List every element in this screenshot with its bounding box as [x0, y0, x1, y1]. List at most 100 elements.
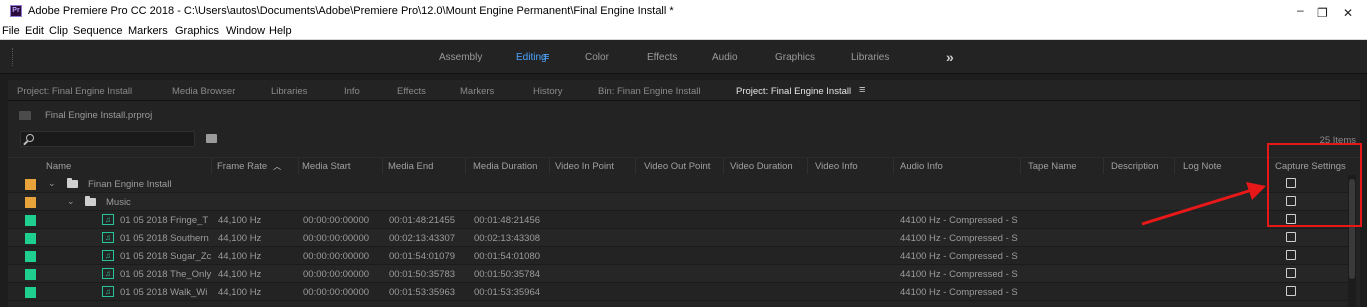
panel-tab-effects[interactable]: Effects	[397, 86, 426, 97]
audio-info: 44100 Hz - Compressed - Ste	[900, 233, 1018, 244]
panel-tab-libraries[interactable]: Libraries	[271, 86, 307, 97]
capture-settings-checkbox[interactable]	[1286, 268, 1296, 278]
project-file-name: Final Engine Install.prproj	[45, 110, 153, 121]
column-divider[interactable]	[893, 158, 894, 174]
project-file-row: Final Engine Install.prproj	[8, 108, 408, 124]
menu-clip[interactable]: Clip	[49, 25, 68, 37]
table-row[interactable]: ♫ 01 05 2018 Walk_Wi 44,100 Hz 00:00:00:…	[8, 283, 1350, 301]
column-divider[interactable]	[1174, 158, 1175, 174]
menu-help[interactable]: Help	[269, 25, 292, 37]
label-color-swatch[interactable]	[25, 197, 36, 208]
table-row[interactable]: ♫ 01 05 2018 Southern 44,100 Hz 00:00:00…	[8, 229, 1350, 247]
table-row[interactable]: ♫ 01 05 2018 Sugar_Zc 44,100 Hz 00:00:00…	[8, 247, 1350, 265]
column-divider[interactable]	[723, 158, 724, 174]
capture-settings-checkbox[interactable]	[1286, 232, 1296, 242]
column-header-audio-info[interactable]: Audio Info	[900, 161, 943, 173]
audio-clip-icon: ♫	[102, 286, 114, 297]
workspace-tab-editing[interactable]: Editing	[516, 52, 547, 63]
item-name[interactable]: 01 05 2018 Fringe_T	[120, 215, 216, 226]
search-input[interactable]	[20, 131, 195, 147]
column-header-name[interactable]: Name	[46, 161, 71, 173]
column-header-video-duration[interactable]: Video Duration	[730, 161, 793, 173]
label-color-swatch[interactable]	[25, 269, 36, 280]
table-row[interactable]: ♫ 01 05 2018 The_Only 44,100 Hz 00:00:00…	[8, 265, 1350, 283]
column-divider[interactable]	[382, 158, 383, 174]
column-divider[interactable]	[1103, 158, 1104, 174]
label-color-swatch[interactable]	[25, 233, 36, 244]
item-name[interactable]: 01 05 2018 Southern	[120, 233, 216, 244]
menu-markers[interactable]: Markers	[128, 25, 168, 37]
menu-graphics[interactable]: Graphics	[175, 25, 219, 37]
column-divider[interactable]	[211, 158, 212, 174]
media-start: 00:00:00:00000	[303, 233, 370, 244]
workspace-tab-effects[interactable]: Effects	[647, 52, 677, 63]
workspace-tab-audio[interactable]: Audio	[712, 52, 738, 63]
workspace-tab-libraries[interactable]: Libraries	[851, 52, 889, 63]
column-header-media-duration[interactable]: Media Duration	[473, 161, 537, 173]
minimize-icon[interactable]: –	[1297, 3, 1304, 17]
panel-tab-media-browser[interactable]: Media Browser	[172, 86, 235, 97]
maximize-icon[interactable]: ❐	[1317, 6, 1328, 20]
column-divider[interactable]	[465, 158, 466, 174]
column-divider[interactable]	[635, 158, 636, 174]
workspace-tab-color[interactable]: Color	[585, 52, 609, 63]
media-start: 00:00:00:00000	[303, 215, 370, 226]
item-name[interactable]: 01 05 2018 Sugar_Zc	[120, 251, 216, 262]
capture-settings-checkbox[interactable]	[1286, 286, 1296, 296]
menu-window[interactable]: Window	[226, 25, 265, 37]
item-name[interactable]: 01 05 2018 Walk_Wi	[120, 287, 216, 298]
label-color-swatch[interactable]	[25, 287, 36, 298]
audio-info: 44100 Hz - Compressed - Ste	[900, 269, 1018, 280]
column-divider[interactable]	[549, 158, 550, 174]
drag-grip-icon[interactable]	[12, 48, 14, 66]
more-workspaces-icon[interactable]: »	[946, 49, 954, 65]
item-name[interactable]: Finan Engine Install	[88, 179, 213, 190]
workspace-menu-icon[interactable]: ≡	[543, 51, 549, 63]
chevron-down-icon[interactable]: ⌄	[48, 178, 56, 189]
menu-sequence[interactable]: Sequence	[73, 25, 123, 37]
workspace-tab-graphics[interactable]: Graphics	[775, 52, 815, 63]
audio-info: 44100 Hz - Compressed - Ste	[900, 215, 1018, 226]
panel-tab-info[interactable]: Info	[344, 86, 360, 97]
column-divider[interactable]	[807, 158, 808, 174]
sort-ascending-icon[interactable]: ︿	[273, 161, 281, 172]
folder-icon	[85, 196, 96, 206]
column-header-media-start[interactable]: Media Start	[302, 161, 351, 173]
label-color-swatch[interactable]	[25, 179, 36, 190]
chevron-down-icon[interactable]: ⌄	[67, 196, 75, 207]
frame-rate: 44,100 Hz	[218, 251, 262, 262]
workspace-tab-assembly[interactable]: Assembly	[439, 52, 482, 63]
menu-edit[interactable]: Edit	[25, 25, 44, 37]
item-name[interactable]: 01 05 2018 The_Only	[120, 269, 216, 280]
audio-info: 44100 Hz - Compressed - Ste	[900, 251, 1018, 262]
column-header-media-end[interactable]: Media End	[388, 161, 433, 173]
folder-icon	[67, 178, 78, 188]
column-header-video-out-point[interactable]: Video Out Point	[644, 161, 710, 173]
panel-tab-history[interactable]: History	[533, 86, 563, 97]
column-header-video-info[interactable]: Video Info	[815, 161, 858, 173]
column-header-frame-rate[interactable]: Frame Rate ︿	[217, 161, 281, 173]
column-header-tape-name[interactable]: Tape Name	[1028, 161, 1077, 173]
media-start: 00:00:00:00000	[303, 251, 370, 262]
panel-tab-markers[interactable]: Markers	[460, 86, 494, 97]
panel-tab-project-active[interactable]: Project: Final Engine Install	[736, 86, 851, 97]
column-header-log-note[interactable]: Log Note	[1183, 161, 1222, 173]
media-duration: 00:01:53:35964	[474, 287, 541, 298]
column-divider[interactable]	[1020, 158, 1021, 174]
window-title: Adobe Premiere Pro CC 2018 - C:\Users\au…	[28, 5, 674, 17]
panel-tab-project[interactable]: Project: Final Engine Install	[17, 86, 132, 97]
panel-tab-bin[interactable]: Bin: Finan Engine Install	[598, 86, 700, 97]
menu-file[interactable]: File	[2, 25, 20, 37]
media-end: 00:02:13:43307	[389, 233, 456, 244]
close-icon[interactable]: ✕	[1343, 6, 1353, 20]
panel-menu-icon[interactable]: ≡	[859, 84, 865, 96]
label-color-swatch[interactable]	[25, 251, 36, 262]
capture-settings-checkbox[interactable]	[1286, 250, 1296, 260]
column-header-description[interactable]: Description	[1111, 161, 1159, 173]
media-duration: 00:01:48:21456	[474, 215, 541, 226]
column-divider[interactable]	[298, 158, 299, 174]
new-bin-from-search-icon[interactable]	[206, 134, 217, 143]
item-name[interactable]: Music	[106, 197, 211, 208]
label-color-swatch[interactable]	[25, 215, 36, 226]
column-header-video-in-point[interactable]: Video In Point	[555, 161, 614, 173]
